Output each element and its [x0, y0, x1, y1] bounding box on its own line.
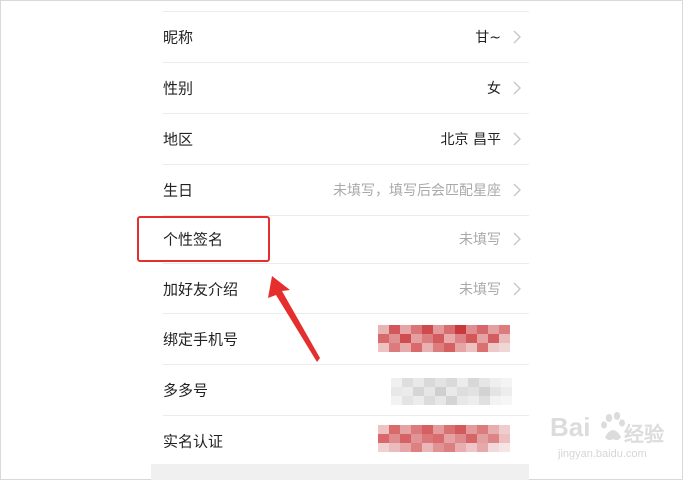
row-friend-intro[interactable]: 加好友介绍 未填写: [151, 263, 529, 314]
row-nickname[interactable]: 昵称 甘~: [151, 11, 529, 62]
row-value-birthday: 未填写，填写后会匹配星座: [333, 182, 501, 199]
row-divider: [163, 415, 529, 416]
chevron-right-icon: [513, 282, 521, 295]
row-divider: [163, 11, 529, 12]
watermark-url: jingyan.baidu.com: [558, 448, 647, 460]
row-label-phone: 绑定手机号: [163, 330, 239, 348]
row-divider: [163, 313, 529, 314]
row-label-birthday: 生日: [163, 181, 194, 199]
row-label-friend-intro: 加好友介绍: [163, 280, 239, 298]
row-divider: [163, 263, 529, 264]
row-value-friend-intro: 未填写: [459, 281, 501, 298]
chevron-right-icon: [513, 132, 521, 145]
redacted-duoduo-id: [391, 378, 512, 405]
row-label-gender: 性别: [163, 79, 194, 97]
watermark-brand: Bai: [550, 412, 591, 442]
row-region[interactable]: 地区 北京 昌平: [151, 113, 529, 164]
row-label-real-name: 实名认证: [163, 432, 224, 450]
row-value-nickname: 甘~: [475, 29, 501, 46]
row-label-duoduo-id: 多多号: [163, 381, 209, 399]
chevron-right-icon: [513, 30, 521, 43]
baidu-jingyan-watermark: Bai 经验 jingyan.baidu.com: [548, 404, 678, 466]
chevron-right-icon: [513, 183, 521, 196]
redacted-phone-number: [378, 325, 510, 352]
row-duoduo-id[interactable]: 多多号: [151, 364, 529, 415]
row-label-region: 地区: [163, 130, 194, 148]
row-value-signature: 未填写: [459, 232, 501, 248]
row-divider: [163, 113, 529, 114]
annotation-highlight-box: [137, 216, 270, 262]
row-birthday[interactable]: 生日 未填写，填写后会匹配星座: [151, 164, 529, 215]
row-gender[interactable]: 性别 女: [151, 62, 529, 113]
row-label-nickname: 昵称: [163, 28, 194, 46]
row-phone[interactable]: 绑定手机号: [151, 313, 529, 364]
redacted-real-name: [378, 425, 510, 452]
row-divider: [163, 364, 529, 365]
chevron-right-icon: [513, 81, 521, 94]
row-divider: [163, 62, 529, 63]
row-real-name[interactable]: 实名认证: [151, 415, 529, 466]
chevron-right-icon: [513, 232, 521, 246]
list-bottom-spacer: [151, 464, 529, 480]
row-divider: [163, 164, 529, 165]
row-value-gender: 女: [487, 80, 501, 97]
row-value-region: 北京 昌平: [440, 131, 501, 148]
watermark-cn: 经验: [624, 422, 664, 446]
